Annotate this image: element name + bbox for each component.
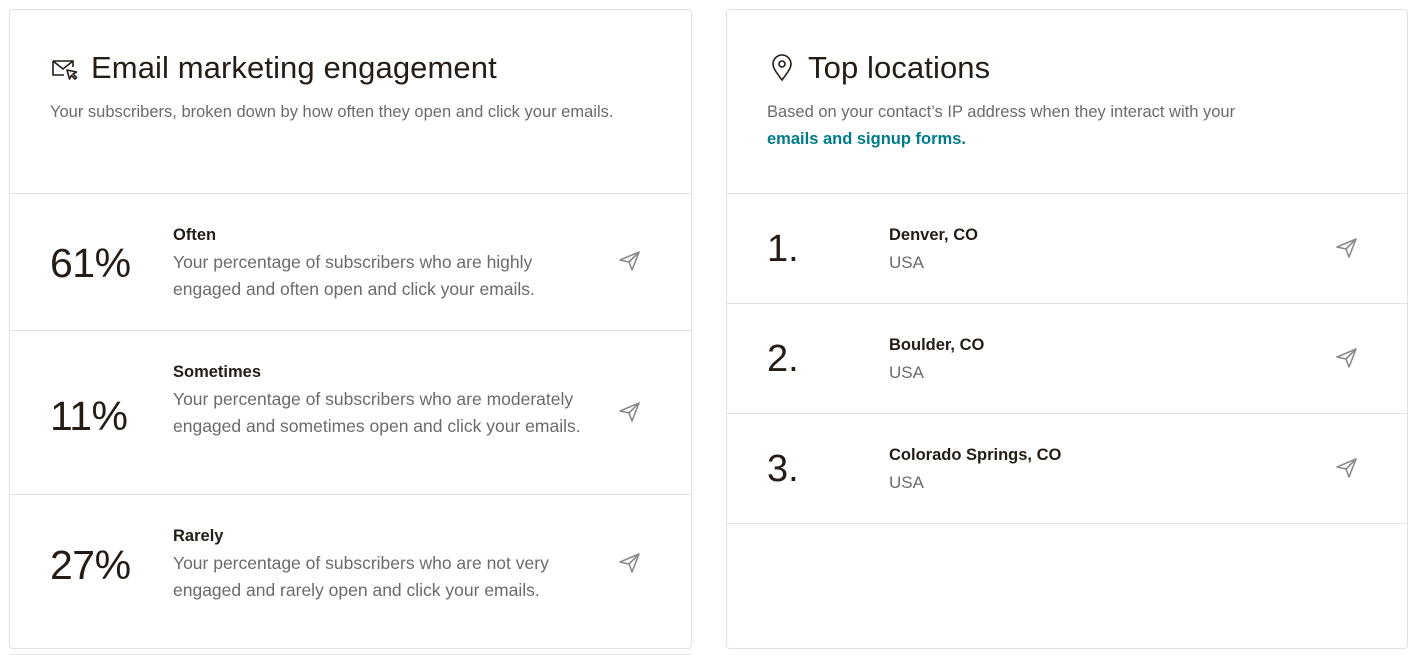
location-country: USA xyxy=(889,363,924,382)
location-row: 2. Boulder, CO USA xyxy=(727,304,1407,414)
engagement-title: Email marketing engagement xyxy=(50,50,497,86)
map-pin-icon xyxy=(767,53,797,83)
engagement-row-often: 61% Often Your percentage of subscribers… xyxy=(10,194,691,331)
engagement-label: Often xyxy=(173,226,217,244)
engagement-row-rarely: 27% Rarely Your percentage of subscriber… xyxy=(10,495,691,655)
locations-description-text: Based on your contact’s IP address when … xyxy=(767,103,1236,121)
engagement-percent: 61% xyxy=(50,240,131,286)
mail-cursor-icon xyxy=(50,53,80,83)
send-icon[interactable] xyxy=(618,249,642,273)
engagement-text: Your percentage of subscribers who are h… xyxy=(173,252,535,299)
send-icon[interactable] xyxy=(1335,236,1359,260)
engagement-text: Your percentage of subscribers who are n… xyxy=(173,553,549,600)
engagement-label: Rarely xyxy=(173,527,224,545)
engagement-title-text: Email marketing engagement xyxy=(91,50,497,85)
engagement-card: Email marketing engagement Your subscrib… xyxy=(9,9,692,655)
send-icon[interactable] xyxy=(1335,456,1359,480)
engagement-text: Your percentage of subscribers who are m… xyxy=(173,389,581,436)
engagement-description: Your subscribers, broken down by how oft… xyxy=(50,103,614,121)
locations-description: Based on your contact’s IP address when … xyxy=(767,99,1367,153)
send-icon[interactable] xyxy=(618,400,642,424)
location-country: USA xyxy=(889,473,924,492)
location-city: Denver, CO xyxy=(889,226,978,244)
engagement-header: Email marketing engagement Your subscrib… xyxy=(10,10,691,194)
location-rank: 1. xyxy=(767,228,799,270)
locations-header: Top locations Based on your contact’s IP… xyxy=(727,10,1407,194)
send-icon[interactable] xyxy=(618,551,642,575)
locations-title-text: Top locations xyxy=(808,50,991,85)
location-row: 1. Denver, CO USA xyxy=(727,194,1407,304)
engagement-row-sometimes: 11% Sometimes Your percentage of subscri… xyxy=(10,331,691,495)
location-city: Boulder, CO xyxy=(889,336,985,354)
engagement-label: Sometimes xyxy=(173,363,262,381)
location-city: Colorado Springs, CO xyxy=(889,446,1062,464)
locations-card: Top locations Based on your contact’s IP… xyxy=(726,9,1408,649)
send-icon[interactable] xyxy=(1335,346,1359,370)
location-country: USA xyxy=(889,253,924,272)
engagement-percent: 11% xyxy=(50,393,128,439)
locations-title: Top locations xyxy=(767,50,990,86)
engagement-percent: 27% xyxy=(50,542,131,588)
location-rank: 3. xyxy=(767,448,799,490)
location-row: 3. Colorado Springs, CO USA xyxy=(727,414,1407,524)
emails-signup-forms-link[interactable]: emails and signup forms. xyxy=(767,130,966,148)
location-rank: 2. xyxy=(767,338,799,380)
